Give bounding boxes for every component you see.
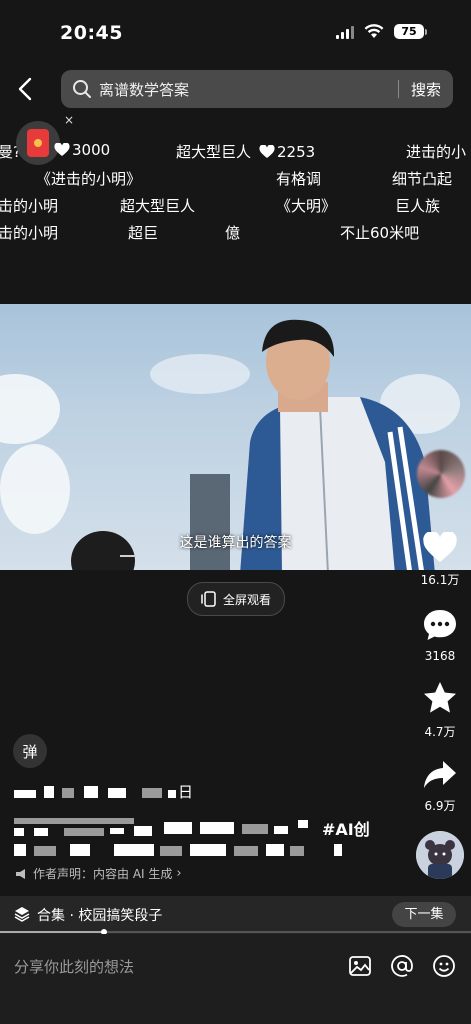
progress-fill (0, 931, 104, 933)
comment-action[interactable]: 3168 (412, 608, 468, 663)
battery-level: 75 (394, 24, 424, 39)
danmu-item: 细节凸起 (392, 170, 453, 188)
next-episode-button[interactable]: 下一集 (392, 902, 456, 927)
danmu-toggle-button[interactable]: 弹 (13, 734, 47, 768)
comment-input[interactable]: 分享你此刻的想法 (14, 956, 134, 977)
danmu-item: 億 (225, 224, 241, 242)
danmu-item: 《大明》 (276, 197, 337, 215)
danmu-item: 巨人族 (395, 197, 441, 215)
video-subtitle: 这是谁算出的答案 (179, 535, 292, 551)
comment-count: 3168 (424, 649, 456, 663)
at-icon[interactable] (390, 954, 414, 978)
share-arrow-icon (424, 761, 456, 788)
hashtag-link[interactable]: #AI创 (322, 816, 370, 840)
like-action[interactable]: 16.1万 (412, 531, 468, 588)
danmu-text: 超大型巨人 (176, 143, 252, 161)
status-time: 20:45 (60, 22, 123, 44)
author-avatar-blurred[interactable] (417, 450, 465, 498)
emoji-icon[interactable] (432, 954, 456, 978)
danmu-item: 击的小明 (0, 197, 59, 215)
star-icon (424, 682, 456, 713)
search-button[interactable]: 搜索 (399, 79, 453, 100)
danmu-item: 《进击的小明》 (36, 170, 142, 188)
danmu-likes: 2253 (277, 142, 316, 161)
status-icons: 75 (336, 24, 427, 39)
heart-icon (259, 144, 275, 158)
danmu-item: 有格调 (276, 170, 322, 188)
layers-icon (14, 907, 30, 922)
danmu-likes: 3000 (72, 141, 111, 159)
close-icon[interactable]: × (64, 113, 74, 127)
heart-icon (54, 143, 70, 156)
fullscreen-icon (201, 591, 216, 607)
danmu-item: 进击的小 (406, 143, 467, 161)
back-arrow-icon[interactable] (14, 76, 38, 102)
search-box[interactable]: 离谱数学答案 搜索 (61, 70, 453, 108)
video-progress-bar[interactable] (0, 929, 471, 935)
post-date-suffix: 日 (178, 783, 194, 801)
music-disc-avatar[interactable] (416, 831, 464, 879)
video-player[interactable] (0, 304, 471, 570)
signal-icon (336, 25, 354, 39)
favorite-action[interactable]: 4.7万 (412, 680, 468, 740)
comment-bar: 分享你此刻的想法 (0, 934, 471, 1024)
top-bar: 离谱数学答案 搜索 (0, 68, 471, 110)
danmu-item: 3000 (54, 141, 110, 159)
danmu-item: 超大型巨人 (120, 197, 196, 215)
share-action[interactable]: 6.9万 (412, 758, 468, 814)
collection-label: 合集 · 校园搞笑段子 (37, 908, 163, 924)
favorite-count: 4.7万 (424, 725, 456, 739)
danmu-item: 击的小明 (0, 224, 59, 242)
fullscreen-label: 全屏观看 (222, 592, 271, 607)
wifi-icon (364, 24, 384, 38)
fullscreen-button[interactable]: 全屏观看 (187, 582, 285, 616)
chevron-right-icon: › (176, 866, 182, 881)
search-query[interactable]: 离谱数学答案 (99, 79, 398, 100)
author-name-blurred[interactable] (14, 784, 184, 804)
comment-icon (424, 610, 456, 640)
share-count: 6.9万 (424, 799, 456, 813)
heart-icon (423, 531, 457, 562)
caption-text-blurred[interactable] (14, 816, 342, 860)
author-statement-text: 作者声明：内容由 AI 生成 (33, 867, 173, 881)
battery-icon: 75 (394, 24, 427, 39)
danmu-item: 超大型巨人 2253 (176, 141, 315, 162)
search-icon (73, 80, 91, 98)
like-count: 16.1万 (420, 573, 460, 587)
bear-icon (416, 831, 464, 879)
collection-bar[interactable]: 合集 · 校园搞笑段子 下一集 (0, 896, 471, 934)
danmu-item: 不止60米吧 (340, 224, 420, 242)
danmu-item: 超巨 (128, 224, 159, 242)
image-icon[interactable] (348, 954, 372, 978)
megaphone-icon (16, 868, 25, 879)
author-statement[interactable]: 作者声明：内容由 AI 生成 › (15, 865, 182, 882)
